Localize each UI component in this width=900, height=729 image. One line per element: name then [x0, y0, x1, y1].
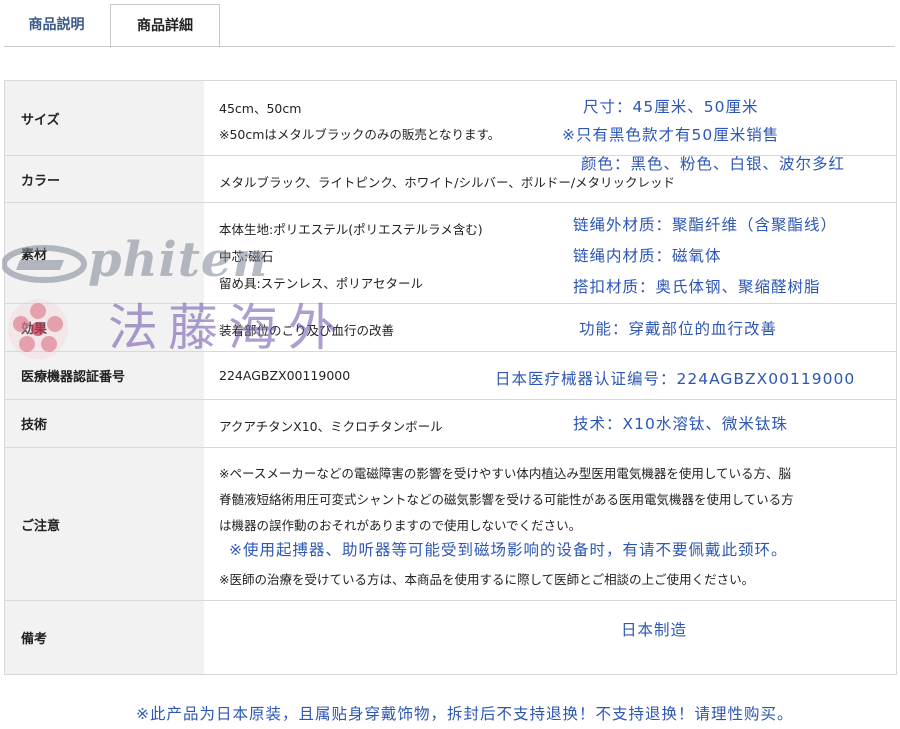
cn-annotation: 搭扣材质：奥氏体钢、聚缩醛树脂 — [573, 278, 821, 296]
table-row-remarks: 備考 日本制造 — [5, 601, 896, 675]
cn-annotation: 技术：X10水溶钛、微米钛珠 — [573, 415, 788, 433]
row-label: 備考 — [5, 601, 204, 674]
value-line: 45cm、50cm — [219, 101, 302, 116]
cn-annotation: 功能：穿戴部位的血行改善 — [579, 320, 778, 338]
row-label: 技術 — [5, 400, 204, 447]
cn-annotation: ※只有黑色款才有50厘米销售 — [562, 126, 780, 144]
cn-annotation: 日本制造 — [621, 621, 688, 639]
cn-annotation: 日本医疗械器认证编号：224AGBZX00119000 — [495, 370, 856, 388]
row-label: ご注意 — [5, 448, 204, 600]
value-line: は機器の誤作動のおそれがありますので使用しないでください。 — [219, 518, 582, 533]
tab-product-description[interactable]: 商品説明 — [4, 4, 109, 46]
value-line: ※医師の治療を受けている方は、本商品を使用するに際して医師とご相談の上ご使用くだ… — [219, 572, 755, 587]
table-row-technology: 技術 アクアチタンX10、ミクロチタンボール 技术：X10水溶钛、微米钛珠 — [5, 400, 896, 448]
table-row-size: サイズ 45cm、50cm ※50cmはメタルブラックのみの販売となります。 尺… — [5, 81, 896, 156]
cn-annotation: 链绳外材质：聚酯纤维（含聚酯线） — [573, 216, 838, 234]
tab-bar: 商品説明 商品詳細 — [0, 0, 900, 48]
cn-annotation: 尺寸：45厘米、50厘米 — [583, 98, 759, 116]
value-line: 224AGBZX00119000 — [219, 368, 351, 383]
cn-annotation: 链绳内材质：磁氧体 — [573, 247, 722, 265]
value-line: 脊髄液短絡術用圧可変式シャントなどの磁気影響を受ける可能性がある医用電気機器を使… — [219, 492, 794, 507]
tab-underline — [4, 46, 895, 47]
value-line: メタルブラック、ライトピンク、ホワイト/シルバー、ボルドー/メタリックレッド — [219, 175, 676, 190]
row-label: カラー — [5, 156, 204, 202]
cn-annotation: ※使用起搏器、助听器等可能受到磁场影响的设备时，有请不要佩戴此颈环。 — [229, 541, 788, 559]
footer-note: ※此产品为日本原装，且属贴身穿戴饰物，拆封后不支持退换！不支持退换！请理性购买。 — [136, 705, 794, 723]
cn-annotation: 颜色：黑色、粉色、白银、波尔多红 — [581, 155, 846, 173]
tab-product-details[interactable]: 商品詳細 — [110, 4, 220, 48]
value-line: ※50cmはメタルブラックのみの販売となります。 — [219, 127, 501, 142]
table-row-caution: ご注意 ※ペースメーカーなどの電磁障害の影響を受けやすい体内植込み型医用電気機器… — [5, 448, 896, 601]
value-line: アクアチタンX10、ミクロチタンボール — [219, 419, 443, 434]
row-label: サイズ — [5, 81, 204, 155]
value-line: ※ペースメーカーなどの電磁障害の影響を受けやすい体内植込み型医用電気機器を使用し… — [219, 466, 791, 481]
table-row-color: カラー メタルブラック、ライトピンク、ホワイト/シルバー、ボルドー/メタリックレ… — [5, 155, 896, 203]
phiten-logo-text: phiten — [88, 232, 269, 288]
watermark-cn-text: 法藤海外 — [108, 299, 348, 357]
product-spec-table: サイズ 45cm、50cm ※50cmはメタルブラックのみの販売となります。 尺… — [4, 80, 897, 675]
cherry-blossom-icon — [8, 299, 68, 359]
